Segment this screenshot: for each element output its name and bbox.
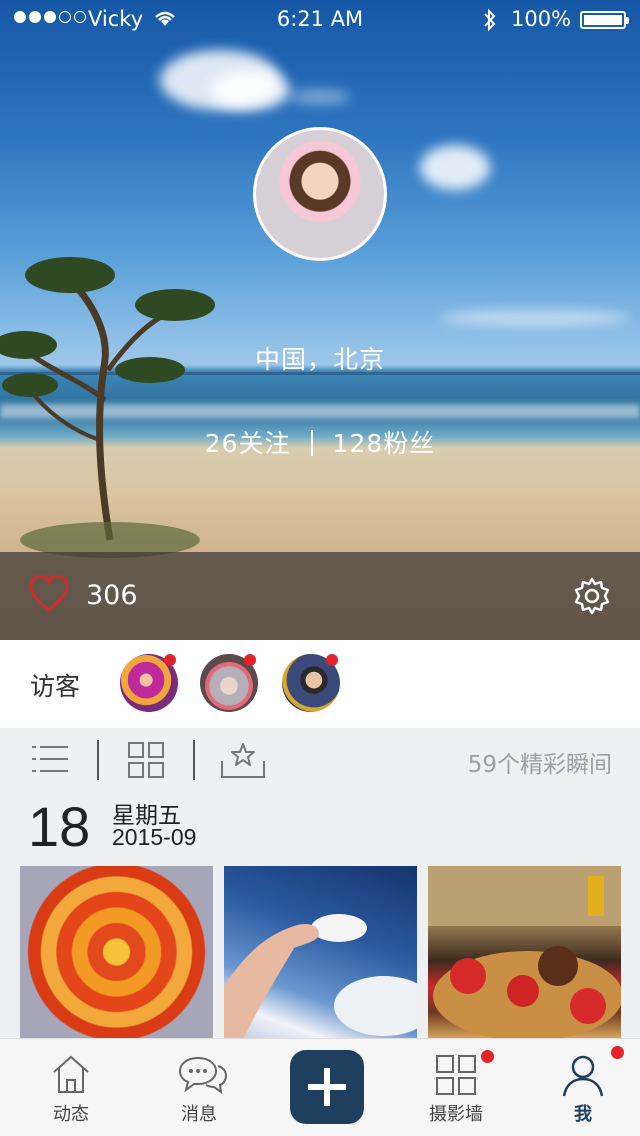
favorites-icon[interactable] xyxy=(220,741,266,779)
visitors-label: 访客 xyxy=(30,672,81,701)
photo-wall-badge xyxy=(481,1050,494,1063)
bluetooth-icon xyxy=(484,8,496,32)
grid-view-icon[interactable] xyxy=(127,741,165,779)
home-icon xyxy=(53,1055,89,1093)
date-year-month: 2015-09 xyxy=(112,824,197,850)
tab-label: 摄影墙 xyxy=(429,1104,483,1125)
gear-icon[interactable] xyxy=(572,576,612,616)
profile-avatar[interactable] xyxy=(253,127,387,261)
battery-percent: 100% xyxy=(511,7,572,31)
follow-stats: 26关注 128粉丝 xyxy=(0,424,640,460)
battery-icon xyxy=(580,11,629,29)
followers-count[interactable]: 128粉丝 xyxy=(333,429,436,458)
tab-label: 我 xyxy=(574,1104,592,1125)
hand-cloud-image xyxy=(224,914,417,1038)
palm-tree-image xyxy=(0,257,215,558)
grid-icon xyxy=(436,1055,476,1095)
heart-icon[interactable] xyxy=(28,574,70,614)
visitors-row: 访客 xyxy=(0,640,640,728)
waffle-image xyxy=(428,866,621,1038)
following-count[interactable]: 26关注 xyxy=(205,429,291,458)
toolbar-divider xyxy=(193,740,195,780)
photo-thumbnail[interactable] xyxy=(224,866,417,1038)
create-post-button[interactable] xyxy=(290,1050,364,1124)
like-count: 306 xyxy=(86,580,138,611)
toolbar-divider xyxy=(97,740,99,780)
me-badge xyxy=(611,1046,624,1059)
photo-thumbnail[interactable] xyxy=(428,866,621,1038)
profile-location: 中国，北京 xyxy=(254,345,385,374)
new-visitor-badge xyxy=(164,654,176,666)
chat-bubbles-icon xyxy=(178,1056,228,1095)
new-visitor-badge xyxy=(326,654,338,666)
photo-thumbnail[interactable] xyxy=(20,866,213,1038)
person-icon xyxy=(562,1055,604,1097)
tab-label: 消息 xyxy=(181,1104,217,1125)
new-visitor-badge xyxy=(244,654,256,666)
tab-feed[interactable]: 动态 xyxy=(21,1038,121,1136)
list-view-icon[interactable] xyxy=(30,741,70,777)
moments-count: 59个精彩瞬间 xyxy=(467,752,612,778)
status-bar: Vicky 6:21 AM 100% xyxy=(0,0,640,40)
date-day: 18 xyxy=(28,795,91,858)
plus-icon xyxy=(308,1068,346,1106)
tab-label: 动态 xyxy=(53,1104,89,1125)
tab-messages[interactable]: 消息 xyxy=(149,1038,249,1136)
profile-cover: Vicky 6:21 AM 100% 中国，北京 26关注 128粉丝 xyxy=(0,0,640,640)
